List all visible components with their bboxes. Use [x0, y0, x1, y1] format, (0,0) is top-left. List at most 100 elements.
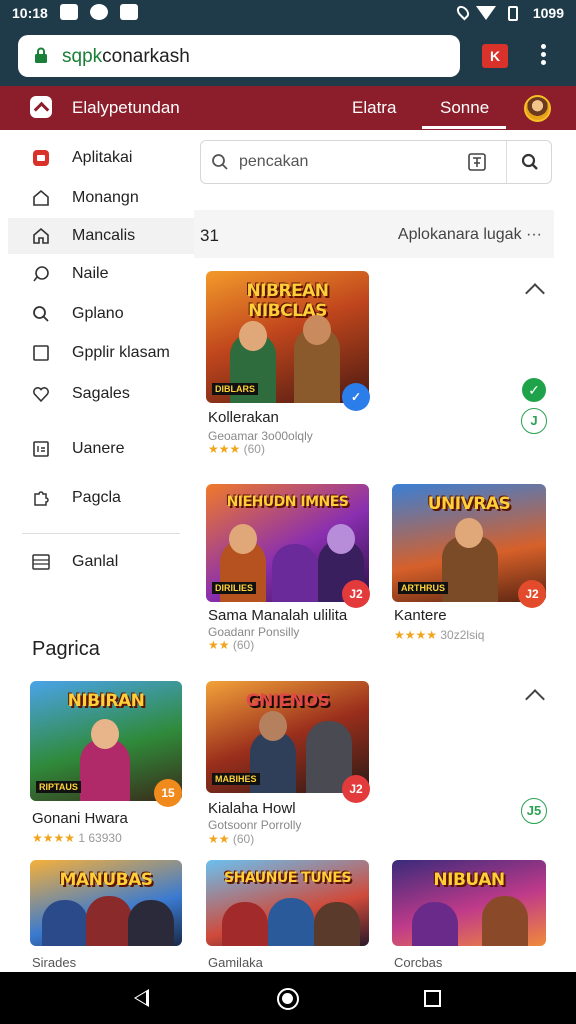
- location-icon: [454, 3, 472, 21]
- game-art-title: NIBREAN NIBCLAS: [246, 281, 329, 321]
- search-icon: [33, 306, 49, 322]
- sidebar-item-mancalis[interactable]: Mancalis: [8, 218, 194, 254]
- app-title: Elalypetundan: [72, 98, 180, 117]
- game-name[interactable]: Gamilaka: [208, 955, 263, 970]
- address-bar[interactable]: sqpkconarkash: [18, 35, 460, 77]
- sidebar-item-monangn[interactable]: Monangn: [8, 180, 194, 216]
- app-header: Elalypetundan Elatra Sonne: [0, 86, 576, 130]
- game-art-title: MANUBAS: [59, 870, 153, 890]
- star-icons: ★★★★: [32, 831, 76, 845]
- url-text: sqpkconarkash: [62, 46, 190, 68]
- house-icon: [33, 227, 49, 244]
- game-badge-icon: J2: [342, 580, 370, 608]
- hero-head: [327, 524, 355, 554]
- star-icons: ★★★★: [394, 628, 438, 642]
- list-icon: [32, 554, 50, 570]
- search-icon: [212, 154, 228, 170]
- hero-figure: [412, 902, 458, 946]
- status-bar: 10:18 1099: [0, 0, 576, 26]
- game-name[interactable]: Sama Manalah ulilita: [208, 607, 347, 624]
- sidebar-item-naile[interactable]: Naile: [8, 256, 194, 292]
- game-name[interactable]: Kantere: [394, 607, 447, 624]
- back-icon[interactable]: [134, 989, 149, 1007]
- review-count: 30z2lsiq: [440, 628, 485, 642]
- sidebar-item-uanere[interactable]: Uanere: [8, 431, 194, 467]
- grid-icon: [33, 441, 49, 457]
- sidebar-item-label: Aplitakai: [72, 149, 133, 166]
- hero-figure: [86, 896, 132, 946]
- recents-icon[interactable]: [424, 990, 441, 1007]
- game-name[interactable]: Corcbas: [394, 955, 442, 970]
- game-rating: ★★ (60): [208, 832, 254, 846]
- section-see-all[interactable]: Aplokanara lugak ···: [398, 226, 542, 244]
- battery-text: 1099: [532, 5, 564, 21]
- review-count: (60): [232, 832, 255, 846]
- ring-icon[interactable]: J5: [521, 798, 547, 824]
- puzzle-icon: [34, 491, 49, 506]
- game-art-title: NIBUAN: [433, 870, 505, 890]
- section-title: Pagrica: [32, 638, 100, 660]
- sidebar-item-label: Gplano: [72, 305, 124, 322]
- game-art-title: NIBIRAN: [67, 691, 145, 711]
- sidebar-item-sagales[interactable]: Sagales: [8, 376, 194, 412]
- game-art: NIBREAN NIBCLAS DIBLARS: [206, 271, 369, 403]
- game-badge-icon: J2: [342, 775, 370, 803]
- game-art-title: UNIVRAS: [427, 494, 511, 514]
- hero-figure: [128, 900, 174, 946]
- sidebar-item-gplano[interactable]: Gplano: [8, 296, 194, 332]
- game-rating: ★★★★ 1 63930: [32, 831, 122, 845]
- hero-figure: [482, 896, 528, 946]
- game-art-title: NIEHUDN IMNES: [226, 494, 349, 510]
- sidebar-item-label: Ganlal: [72, 553, 119, 570]
- game-badge-icon: 15: [154, 779, 182, 807]
- hero-figure: [222, 902, 268, 946]
- tab-sonne[interactable]: Sonne: [440, 98, 489, 118]
- game-art-tag: RIPTAUS: [36, 781, 81, 793]
- hero-head: [91, 719, 119, 749]
- game-art-tag: DIBLARS: [212, 383, 258, 395]
- avatar[interactable]: [524, 95, 551, 122]
- sidebar-item-label: Sagales: [72, 385, 130, 402]
- game-name[interactable]: Kialaha Howl: [208, 800, 296, 817]
- screen: 10:18 1099 sqpkconarkash K Elalypetundan…: [0, 0, 576, 1024]
- status-time: 10:18: [12, 5, 48, 21]
- hero-figure: [314, 902, 360, 946]
- game-art-tag: ARTHRUS: [398, 582, 448, 594]
- hero-head: [259, 711, 287, 741]
- sidebar-item-aplitakai[interactable]: Aplitakai: [8, 140, 194, 176]
- tab-switcher-icon[interactable]: K: [482, 44, 508, 68]
- game-rating: ★★ (60): [208, 638, 254, 652]
- game-name[interactable]: Sirades: [32, 955, 76, 970]
- search-button-icon[interactable]: [521, 153, 539, 171]
- chat-icon: [33, 266, 49, 282]
- game-art-tag: MABIHES: [212, 773, 260, 785]
- sidebar-item-pagcla[interactable]: Pagcla: [8, 480, 194, 516]
- overflow-menu-icon[interactable]: [538, 42, 548, 70]
- tab-elatra[interactable]: Elatra: [352, 98, 396, 118]
- game-developer: Goadanr Ponsilly: [208, 625, 300, 639]
- app-logo-icon[interactable]: [30, 96, 52, 118]
- sidebar-item-label: Monangn: [72, 189, 139, 206]
- game-developer: Geoamar 3o00olqly: [208, 429, 313, 443]
- home-icon: [33, 189, 49, 206]
- hero-head: [303, 315, 331, 345]
- chevron-up-icon[interactable]: [525, 283, 545, 303]
- filter-icon[interactable]: [467, 152, 487, 172]
- home-button-icon[interactable]: [277, 988, 299, 1010]
- url-path: conarkash: [102, 46, 190, 67]
- mail-icon: [60, 4, 78, 20]
- game-name[interactable]: Gonani Hwara: [32, 810, 128, 827]
- section-header: 31 Aplokanara lugak ···: [194, 210, 554, 258]
- search-input[interactable]: pencakan: [200, 140, 552, 184]
- game-art-title: SHAUNUE TUNES: [224, 870, 351, 886]
- game-rating: ★★★ (60): [208, 442, 265, 456]
- review-count: 1 63930: [78, 831, 122, 845]
- hero-head: [239, 321, 267, 351]
- sidebar-item-label: Mancalis: [72, 227, 136, 244]
- game-name[interactable]: Kollerakan: [208, 409, 279, 426]
- chevron-up-icon[interactable]: [525, 689, 545, 709]
- sidebar-item-ganlal[interactable]: Ganlal: [8, 544, 194, 580]
- sidebar-item-label: Pagcla: [72, 489, 121, 506]
- ring-icon[interactable]: J: [521, 408, 547, 434]
- sidebar-item-gpplir-klasam[interactable]: Gpplir klasam: [8, 335, 194, 371]
